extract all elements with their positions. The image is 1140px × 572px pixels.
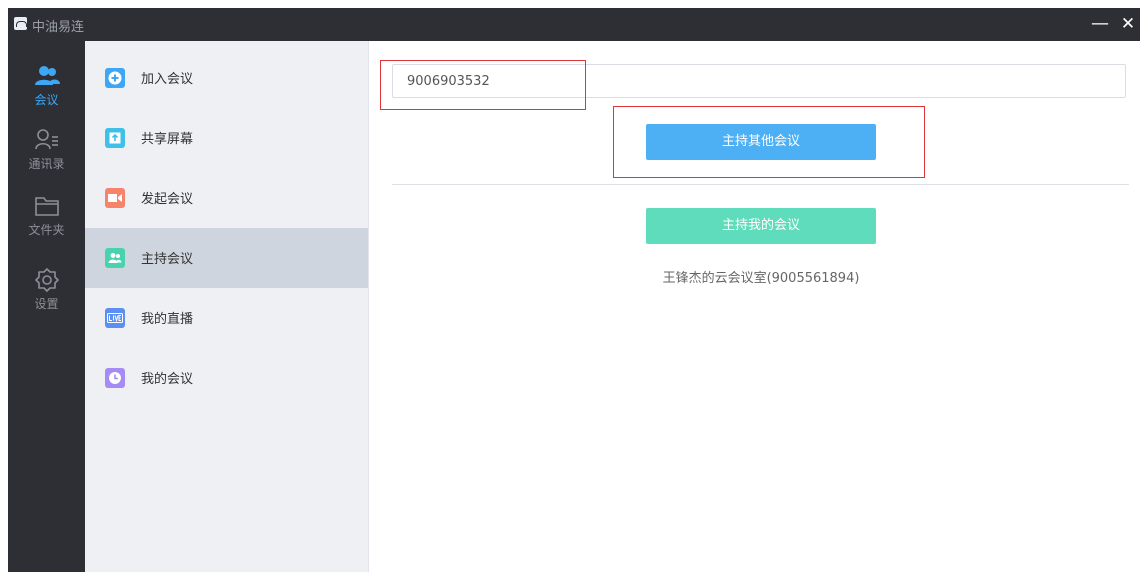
users-icon [34, 66, 60, 85]
share-up-icon [105, 128, 125, 148]
menu-item-share-screen[interactable]: 共享屏幕 [85, 108, 368, 168]
main-content: 主持其他会议 主持我的会议 王锋杰的云会议室(9005561894) [369, 41, 1140, 572]
rail-item-files[interactable]: 文件夹 [8, 193, 85, 255]
host-other-meeting-button[interactable]: 主持其他会议 [646, 124, 876, 160]
left-rail: 会议 通讯录 文件夹 设置 [8, 41, 85, 572]
menu-item-label: 加入会议 [141, 72, 194, 87]
menu-item-start-meeting[interactable]: 发起会议 [85, 168, 368, 228]
menu-item-label: 我的直播 [141, 312, 194, 327]
minimize-button[interactable]: — [1086, 10, 1114, 38]
gear-icon [34, 268, 59, 292]
meeting-id-input[interactable] [392, 64, 1126, 98]
close-button[interactable]: ✕ [1114, 10, 1140, 38]
contacts-icon [34, 129, 58, 150]
title-bar: 中油易连 — ✕ [8, 8, 1140, 41]
menu-item-my-meetings[interactable]: 我的会议 [85, 348, 368, 408]
divider [392, 184, 1129, 185]
menu-item-host-meeting[interactable]: 主持会议 [85, 228, 368, 288]
host-my-meeting-button[interactable]: 主持我的会议 [646, 208, 876, 244]
app-logo-icon [14, 17, 27, 30]
menu-item-my-live[interactable]: 我的直播 [85, 288, 368, 348]
rail-label: 会议 [34, 93, 59, 107]
rail-item-settings[interactable]: 设置 [8, 267, 85, 329]
video-camera-icon [105, 188, 125, 208]
folder-icon [34, 197, 59, 216]
menu-item-label: 发起会议 [141, 192, 194, 207]
rail-item-contacts[interactable]: 通讯录 [8, 127, 85, 189]
menu-item-label: 共享屏幕 [141, 132, 194, 147]
menu-item-label: 主持会议 [141, 252, 194, 267]
secondary-menu: 加入会议 共享屏幕 发起会议 主持会议 我的直播 我的会议 [85, 41, 369, 572]
rail-item-meetings[interactable]: 会议 [8, 63, 85, 125]
menu-item-join-meeting[interactable]: 加入会议 [85, 48, 368, 108]
personal-room-label: 王锋杰的云会议室(9005561894) [662, 271, 860, 286]
app-title: 中油易连 [32, 20, 85, 35]
app-window: 中油易连 — ✕ 会议 通讯录 文件夹 设置 加入会议 共享屏幕 发起会议 主持… [8, 8, 1140, 572]
menu-item-label: 我的会议 [141, 372, 194, 387]
clock-icon [105, 368, 125, 388]
live-icon [105, 308, 125, 328]
rail-label: 通讯录 [28, 157, 65, 171]
plus-circle-icon [105, 68, 125, 88]
rail-label: 设置 [34, 297, 59, 311]
rail-label: 文件夹 [28, 223, 65, 237]
host-users-icon [105, 248, 125, 268]
